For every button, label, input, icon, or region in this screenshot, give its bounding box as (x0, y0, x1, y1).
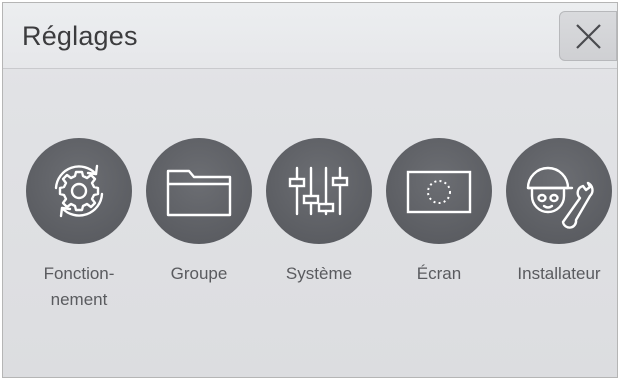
page-title: Réglages (22, 21, 138, 51)
sliders-icon (288, 166, 349, 216)
header-bar: Réglages (3, 3, 617, 69)
installer-icon (526, 166, 594, 229)
ecran-label: Écran (416, 264, 462, 283)
installateur-icon-circle (506, 138, 612, 244)
menu-item-fonctionnement[interactable]: Fonction- nement (19, 138, 139, 318)
ecran-icon-circle (386, 138, 492, 244)
menu-item-systeme[interactable]: Système (259, 138, 379, 318)
systeme-icon-circle (266, 138, 372, 244)
screen-icon (406, 170, 472, 214)
menu-item-ecran[interactable]: Écran (379, 138, 499, 318)
installateur-label: Installateur (517, 264, 601, 283)
fonctionnement-icon-circle (26, 138, 132, 244)
folder-icon (166, 169, 232, 217)
menu-item-installateur[interactable]: Installateur (499, 138, 617, 318)
settings-panel: Réglages Fonction- nement Groupe Système… (2, 2, 618, 378)
groupe-label: Groupe (170, 264, 228, 283)
close-button[interactable] (559, 11, 617, 61)
groupe-icon-circle (146, 138, 252, 244)
close-icon (576, 24, 601, 49)
menu-item-groupe[interactable]: Groupe (139, 138, 259, 318)
gear-refresh-icon (54, 164, 104, 218)
fonctionnement-label: Fonction- nement (43, 264, 115, 309)
systeme-label: Système (285, 264, 353, 283)
